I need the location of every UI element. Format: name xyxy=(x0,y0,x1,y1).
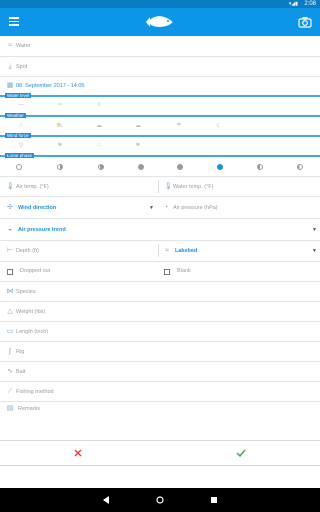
air-pressure-icon: ◔ xyxy=(163,204,169,211)
air-pressure-trend-chevron-icon[interactable]: ▼ xyxy=(312,227,317,233)
water-temp-field[interactable]: Water temp. (°F) xyxy=(173,183,214,191)
water-level-divider xyxy=(0,95,320,97)
weather-divider xyxy=(0,115,320,117)
water-level-normal-icon[interactable]: ═ xyxy=(53,102,67,108)
bait-field[interactable]: ∿ Bait xyxy=(0,362,320,382)
storm-icon[interactable]: ☇ xyxy=(211,122,225,129)
air-pressure-trend-dropdown[interactable]: Air pressure trend xyxy=(18,226,66,234)
dropped-out-checkbox[interactable] xyxy=(7,269,13,275)
species-field[interactable]: ⋈ Species xyxy=(0,282,320,302)
waning-crescent-icon[interactable] xyxy=(297,164,303,170)
water-level-high-icon[interactable]: ≡ xyxy=(92,102,106,108)
bait-icon: ∿ xyxy=(7,368,13,375)
water-level-options: — ═ ≡ xyxy=(0,98,320,115)
lakebed-dropdown[interactable]: Lakebed xyxy=(175,247,197,255)
lakebed-chevron-icon[interactable]: ▼ xyxy=(312,248,317,254)
system-nav-bar xyxy=(0,488,320,512)
rain-icon[interactable]: ☂ xyxy=(172,122,186,129)
blank-label: Blank xyxy=(177,268,191,274)
wind-direction-icon: ✣ xyxy=(7,204,13,211)
wind-force-divider xyxy=(0,135,320,137)
water-field[interactable]: ≈ Water xyxy=(0,36,320,57)
home-icon[interactable] xyxy=(156,496,164,504)
weight-field[interactable]: △ Weight (lbs) xyxy=(0,302,320,322)
water-waves-icon: ≈ xyxy=(8,42,12,49)
fishing-rod-icon: ⟋ xyxy=(7,388,13,395)
fish-logo-icon xyxy=(146,16,173,27)
waning-gibbous-icon-selected[interactable] xyxy=(217,164,223,170)
datetime-field[interactable]: ▦ 08. September 2017 - 14:05 xyxy=(0,77,320,95)
lakebed-icon: ≈ xyxy=(165,247,169,254)
spot-field[interactable]: ⤓ Spot xyxy=(0,57,320,77)
wind-light-icon[interactable]: ⚑ xyxy=(53,142,67,149)
remarks-field[interactable]: ▤ Remarks xyxy=(0,402,320,426)
wind-calm-icon[interactable]: ⚲ xyxy=(14,142,28,149)
action-footer xyxy=(0,440,320,466)
sun-cloud-icon[interactable]: ⛅ xyxy=(53,122,67,129)
air-pressure-trend-row[interactable]: ◒ Air pressure trend ▼ xyxy=(0,219,320,241)
remarks-note-icon: ▤ xyxy=(6,405,14,412)
camera-icon[interactable] xyxy=(298,16,312,28)
lunar-phase-divider xyxy=(0,155,320,157)
back-icon[interactable] xyxy=(102,496,110,504)
air-pressure-field[interactable]: Air pressure (hPa) xyxy=(173,204,218,212)
wind-force-options: ⚲ ⚑ ⚐ ⚑ xyxy=(0,138,320,155)
recents-icon[interactable] xyxy=(210,496,218,504)
pressure-trend-icon: ◒ xyxy=(7,226,13,233)
air-temp-field[interactable]: Air temp. (°F) xyxy=(16,183,49,191)
partly-cloudy-icon[interactable]: ☁ xyxy=(92,122,106,129)
first-quarter-icon[interactable] xyxy=(98,164,104,170)
depth-field[interactable]: Depth (ft) xyxy=(16,247,39,255)
temperature-row: 🌡 Air temp. (°F) 🌡 Water temp. (°F) xyxy=(0,177,320,197)
weight-scale-icon: △ xyxy=(7,308,13,315)
waxing-crescent-icon[interactable] xyxy=(57,164,63,170)
water-temp-icon: 🌡 xyxy=(164,183,173,190)
depth-icon: ⊢ xyxy=(6,247,14,254)
wind-direction-chevron-icon[interactable]: ▼ xyxy=(149,205,154,211)
checkbox-row: Dropped out Blank xyxy=(0,262,320,282)
waxing-gibbous-icon[interactable] xyxy=(138,164,144,170)
cancel-x-icon[interactable] xyxy=(74,449,82,457)
full-moon-icon[interactable] xyxy=(177,164,183,170)
fishing-method-field[interactable]: ⟋ Fishing method xyxy=(0,382,320,402)
signal-battery-icons: ▾◢▮ xyxy=(288,1,298,7)
wind-strong-icon[interactable]: ⚑ xyxy=(131,142,145,149)
depth-lakebed-row: ⊢ Depth (ft) ≈ Lakebed ▼ xyxy=(0,241,320,262)
length-field[interactable]: ▭ Length (inch) xyxy=(0,322,320,342)
air-temp-icon: 🌡 xyxy=(6,183,15,190)
lunar-phase-options xyxy=(0,158,320,177)
species-fish-icon: ⋈ xyxy=(6,288,14,295)
wind-moderate-icon[interactable]: ⚐ xyxy=(92,142,106,149)
temperature-separator xyxy=(158,180,159,193)
status-bar: ▾◢▮ 2:08 xyxy=(0,0,320,8)
status-time: 2:08 xyxy=(304,1,316,7)
blank-checkbox[interactable] xyxy=(164,269,170,275)
wind-pressure-row: ✣ Wind direction ▼ ◔ Air pressure (hPa) xyxy=(0,197,320,219)
catch-form: ≈ Water ⤓ Spot ▦ 08. September 2017 - 14… xyxy=(0,36,320,492)
cloud-icon[interactable]: ☁ xyxy=(131,122,145,129)
menu-icon[interactable] xyxy=(9,17,19,27)
depth-separator xyxy=(158,244,159,257)
confirm-check-icon[interactable] xyxy=(236,449,246,457)
dropped-out-label: Dropped out xyxy=(20,268,51,274)
spot-download-icon: ⤓ xyxy=(8,63,12,70)
water-level-low-icon[interactable]: — xyxy=(14,102,28,108)
app-bar xyxy=(0,8,320,36)
calendar-icon: ▦ xyxy=(6,82,14,89)
wind-direction-dropdown[interactable]: Wind direction xyxy=(18,204,56,212)
last-quarter-icon[interactable] xyxy=(257,164,263,170)
weather-options: ☼ ⛅ ☁ ☁ ☂ ☇ xyxy=(0,118,320,135)
rig-field[interactable]: ∫ Rig xyxy=(0,342,320,362)
new-moon-icon[interactable] xyxy=(16,164,22,170)
sun-icon[interactable]: ☼ xyxy=(14,122,28,128)
hook-icon: ∫ xyxy=(9,348,11,355)
ruler-icon: ▭ xyxy=(6,328,14,335)
